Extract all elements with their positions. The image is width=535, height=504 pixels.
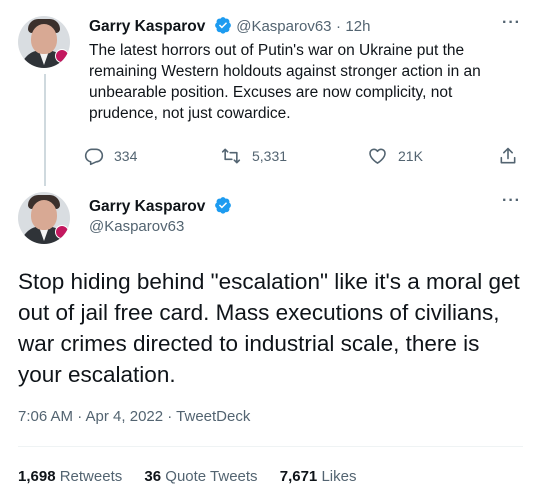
retweet-count: 5,331 [252,148,288,164]
verified-badge-icon [214,197,231,214]
like-count: 21K [398,148,423,164]
retweets-label: Retweets [59,468,123,485]
retweets-count: 1,698 [18,468,56,485]
avatar[interactable] [18,192,70,244]
author-name[interactable]: Garry Kasparov [89,198,205,215]
separator-dot: · [335,18,341,35]
share-button[interactable] [498,146,518,166]
tweet-1-actions: 334 5,331 21K [84,146,524,166]
reply-icon [84,148,104,166]
quote-tweets-label: Quote Tweets [165,468,258,485]
more-icon[interactable]: ··· [502,14,521,32]
tweet-meta-timestamp[interactable]: 7:06 AM · Apr 4, 2022 · TweetDeck [18,408,250,425]
author-handle[interactable]: @Kasparov63 [236,18,331,35]
likes-count: 7,671 [279,468,318,485]
reply-button[interactable]: 334 [84,146,137,166]
quote-tweets-count: 36 [144,468,162,485]
likes-stat[interactable]: 7,671 Likes [280,468,357,485]
tweet-2-name-row: Garry Kasparov [89,196,232,216]
tweet-stats: 1,698 Retweets 36 Quote Tweets 7,671 Lik… [18,468,374,485]
like-button[interactable]: 21K [367,146,423,166]
divider [18,446,523,447]
reply-count: 334 [114,148,138,164]
avatar[interactable] [18,16,70,68]
tweet-2-text: Stop hiding behind "escalation" like it'… [18,269,520,387]
tweet-1-text: The latest horrors out of Putin's war on… [89,42,481,122]
tweet-1-header: Garry Kasparov @Kasparov63 · 12h [89,16,370,36]
verified-badge-icon [214,17,231,34]
tweet-time[interactable]: 12h [345,18,370,35]
author-name[interactable]: Garry Kasparov [89,18,205,35]
more-icon[interactable]: ··· [502,192,521,210]
retweet-icon [221,148,241,164]
retweet-button[interactable]: 5,331 [220,146,287,166]
heart-icon [369,148,386,164]
author-handle[interactable]: @Kasparov63 [89,218,184,235]
thread-connector-line [44,74,46,186]
likes-label: Likes [321,468,357,485]
retweets-stat[interactable]: 1,698 Retweets [18,468,126,485]
share-icon [500,147,516,164]
quote-tweets-stat[interactable]: 36 Quote Tweets [144,468,261,485]
